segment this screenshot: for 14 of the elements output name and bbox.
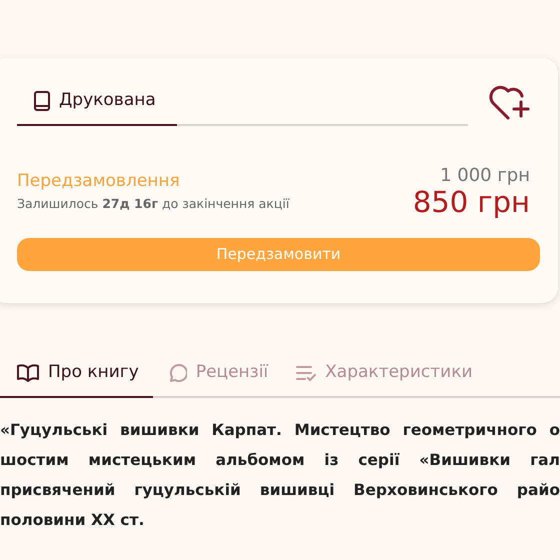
preorder-label: Передзамовлення [17,170,181,194]
preorder-button[interactable]: Передзамовити [17,238,540,271]
old-price: 1 000 грн [440,166,530,186]
list-check-icon [296,364,316,382]
countdown-text: Залишилось 27д 16г до закінчення акції [17,195,290,214]
tab[interactable]: Друкована [17,78,177,126]
tab[interactable]: Характеристики [282,350,487,398]
open-book-icon [17,364,39,382]
tab[interactable]: Рецензії [152,350,282,398]
heart-plus-icon[interactable] [488,84,530,122]
tab[interactable]: Про книгу [0,350,153,398]
description-text: «Гуцульські вишивки Карпат. Мистецтво геометричного о шостим мистецьким альбомом із серії «Вишивки гал присвячений гуцульській вишивці Верховинського райо половини XX ст. [0,420,560,531]
book-icon [34,91,50,111]
current-price: 850 грн [412,186,530,218]
